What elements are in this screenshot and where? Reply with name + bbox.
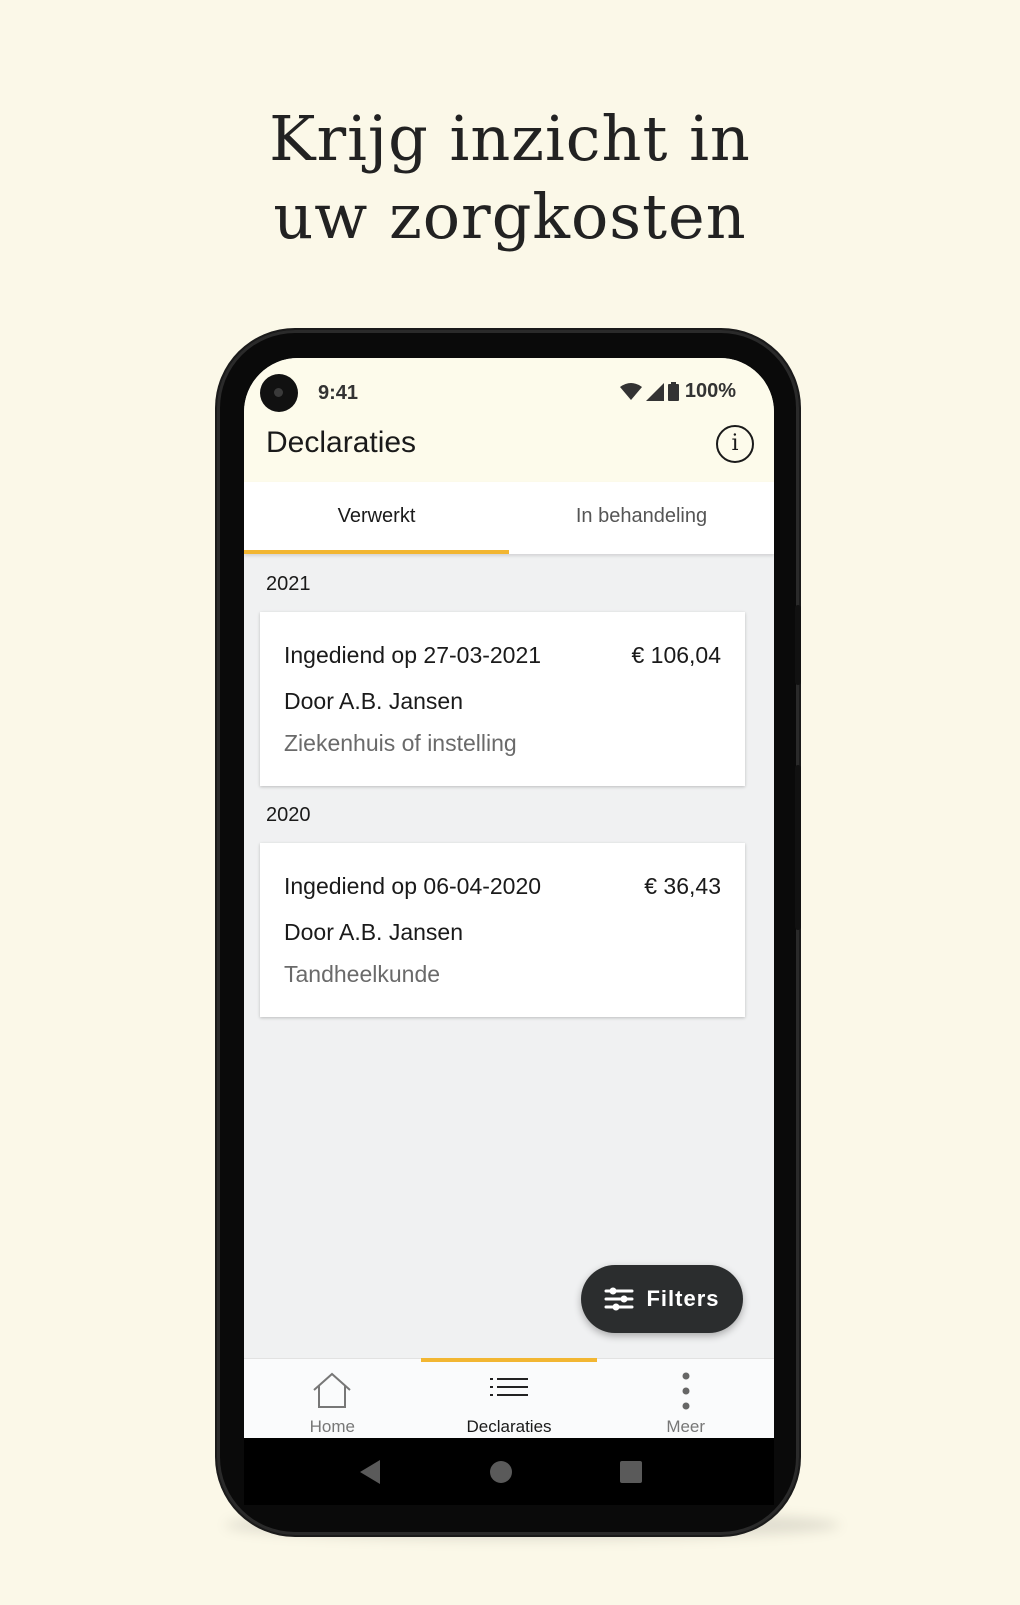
filters-button[interactable]: Filters [581, 1265, 743, 1333]
claim-category: Ziekenhuis of instelling [284, 730, 517, 756]
claim-card[interactable]: Ingediend op 06-04-2020 € 36,43 Door A.B… [260, 843, 745, 1017]
more-vertical-icon [682, 1372, 690, 1410]
nav-label-declaraties: Declaraties [466, 1417, 552, 1436]
camera-icon [260, 374, 298, 412]
nav-label-meer: Meer [666, 1417, 706, 1436]
wifi-icon [619, 382, 642, 400]
claim-card[interactable]: Ingediend op 27-03-2021 € 106,04 Door A.… [260, 612, 745, 786]
headline-line-2: uw zorgkosten [273, 180, 747, 253]
system-navigation-bar [244, 1438, 774, 1505]
home-circle-icon[interactable] [489, 1460, 513, 1484]
claim-submitter: Door A.B. Jansen [284, 688, 463, 714]
claim-amount: € 36,43 [644, 873, 721, 899]
recents-icon[interactable] [620, 1461, 642, 1483]
back-icon[interactable] [360, 1460, 382, 1484]
battery-percentage: 100% [684, 380, 736, 402]
phone-screen: 9:41 100% Declaraties i Verwerkt In beha… [244, 358, 774, 1468]
year-header-2020: 2020 [266, 804, 311, 826]
tab-bar: Verwerkt In behandeling [244, 482, 774, 554]
list-icon [490, 1378, 528, 1396]
power-button [795, 605, 801, 685]
headline-line-1: Krijg inzicht in [269, 102, 751, 175]
headline: Krijg inzicht in uw zorgkosten [0, 100, 1020, 256]
phone-frame: 9:41 100% Declaraties i Verwerkt In beha… [217, 330, 801, 1535]
page-title: Declaraties [266, 426, 417, 459]
filter-sliders-icon [604, 1287, 634, 1311]
status-icons: 100% [619, 380, 736, 403]
info-icon[interactable]: i [716, 425, 754, 463]
nav-label-home: Home [309, 1417, 356, 1436]
claim-submitted-date: Ingediend op 27-03-2021 [284, 642, 542, 668]
filters-label: Filters [646, 1286, 720, 1311]
claim-amount: € 106,04 [631, 642, 721, 668]
battery-icon [667, 382, 679, 401]
claim-submitter: Door A.B. Jansen [284, 919, 463, 945]
year-header-2021: 2021 [266, 573, 311, 595]
claim-submitted-date: Ingediend op 06-04-2020 [284, 873, 542, 899]
tab-in-behandeling[interactable]: In behandeling [509, 482, 774, 554]
tab-verwerkt[interactable]: Verwerkt [244, 482, 509, 554]
status-time: 9:41 [318, 382, 359, 404]
app-header: 9:41 100% Declaraties i [244, 358, 774, 482]
signal-icon [645, 382, 664, 401]
claim-category: Tandheelkunde [284, 961, 441, 987]
volume-button [795, 765, 801, 930]
home-icon [313, 1372, 351, 1408]
